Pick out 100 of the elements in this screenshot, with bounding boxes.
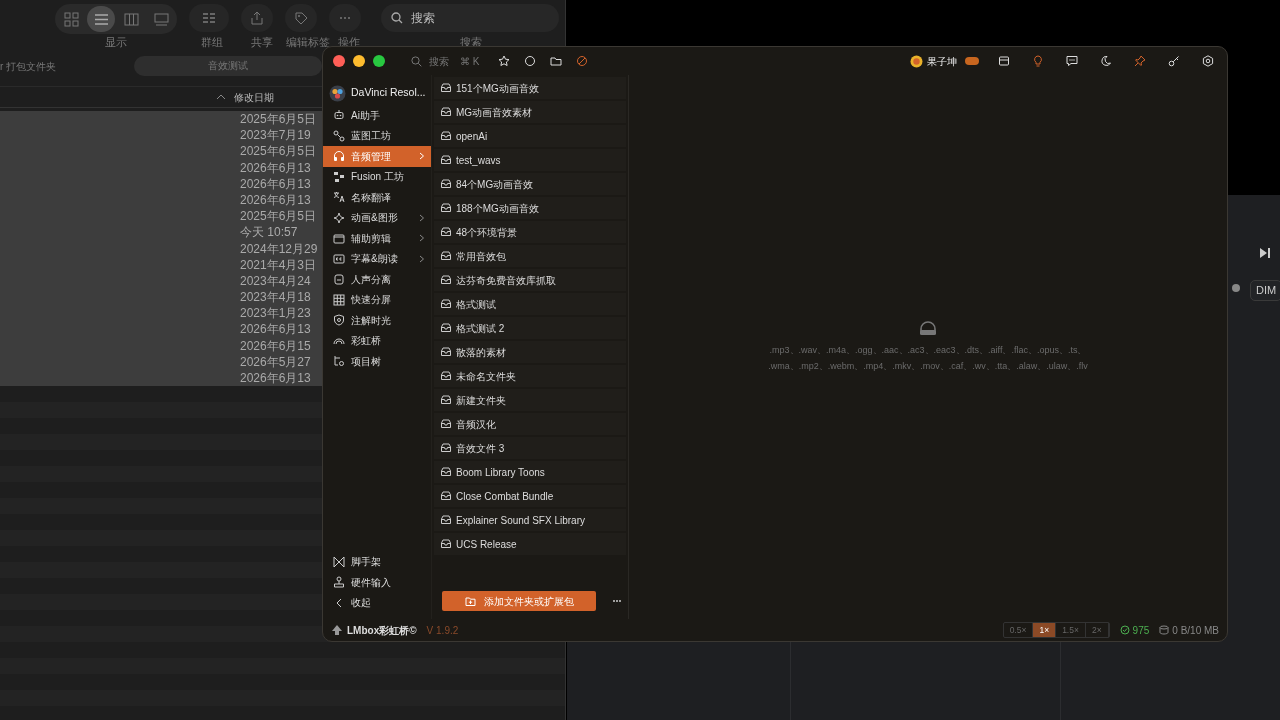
- folder-item[interactable]: 151个MG动画音效: [434, 77, 626, 99]
- robot-icon: [333, 109, 345, 122]
- chat-icon: [1066, 55, 1078, 67]
- tray-icon: [440, 274, 452, 286]
- speed-option[interactable]: 1×: [1033, 622, 1057, 638]
- headphones-icon: [333, 150, 345, 163]
- sidebar-item[interactable]: 音频管理: [323, 146, 431, 167]
- folder-item[interactable]: 达芬奇免费音效库抓取: [434, 269, 626, 291]
- folder-item[interactable]: 新建文件夹: [434, 389, 626, 411]
- project-selector[interactable]: DaVinci Resol...: [323, 81, 431, 105]
- tree-icon: [333, 355, 345, 368]
- storage-label: 0 B/10 MB: [1172, 623, 1219, 638]
- slash-circle-icon: [576, 55, 589, 67]
- close-button[interactable]: [333, 55, 345, 67]
- folder-item[interactable]: Boom Library Toons: [434, 461, 626, 483]
- folder-item[interactable]: 未命名文件夹: [434, 365, 626, 387]
- format-list: .mp3、.wav、.m4a、.ogg、.aac、.ac3、.eac3、.dts、.aiff、.flac、.opus、.ts、: [768, 342, 1088, 358]
- list-view-icon: [93, 11, 109, 27]
- search-field[interactable]: 搜索 ⌘ K: [411, 52, 480, 70]
- tag-icon: [294, 11, 308, 25]
- tray-icon: [440, 250, 452, 262]
- sidebar-item[interactable]: 脚手架: [323, 551, 431, 572]
- gallery-view-icon: [153, 11, 169, 27]
- tray-icon: [440, 370, 452, 382]
- folder-item[interactable]: openAi: [434, 125, 626, 147]
- search-field[interactable]: 搜索: [381, 4, 559, 32]
- folder-item[interactable]: 音效文件 3: [434, 437, 626, 459]
- lightbulb-icon: [1032, 55, 1044, 67]
- tray-icon: [440, 514, 452, 526]
- pin-icon: [1134, 55, 1146, 67]
- tray-icon: [440, 178, 452, 190]
- folder-item[interactable]: MG动画音效素材: [434, 101, 626, 123]
- sparkle-icon: [333, 211, 345, 224]
- toolbar-label: 显示: [105, 35, 127, 50]
- user-name[interactable]: 果子坤: [927, 53, 957, 69]
- sort-up-icon: [216, 94, 226, 100]
- folder-item[interactable]: UCS Release: [434, 533, 626, 555]
- skip-icon: [1259, 247, 1271, 259]
- column-view-icon: [123, 11, 139, 27]
- path-crumb[interactable]: r 打包文件夹: [0, 58, 57, 74]
- more-icon: [612, 599, 623, 603]
- folder-item[interactable]: Close Combat Bundle: [434, 485, 626, 507]
- sidebar-item[interactable]: 项目树: [323, 351, 431, 372]
- tray-icon: [440, 418, 452, 430]
- clapperboard-icon: [333, 232, 345, 245]
- format-list: .wma、.mp2、.webm、.mp4、.mkv、.mov、.caf、.wv、.tta、.alaw、.ulaw、.flv: [768, 358, 1088, 374]
- folder-icon: [550, 55, 563, 67]
- sidebar-item[interactable]: 收起: [323, 592, 431, 613]
- caption-icon: [333, 252, 345, 265]
- zoom-button[interactable]: [373, 55, 385, 67]
- count-label: 975: [1132, 623, 1150, 638]
- search-icon: [411, 55, 422, 67]
- minimize-button[interactable]: [353, 55, 365, 67]
- grid-view-icon: [63, 11, 79, 27]
- tag-button[interactable]: [285, 4, 317, 32]
- folder-item[interactable]: 格式测试 2: [434, 317, 626, 339]
- group-button[interactable]: [189, 4, 229, 32]
- folder-item[interactable]: 84个MG动画音效: [434, 173, 626, 195]
- version-label: V 1.9.2: [426, 623, 459, 638]
- circle-icon: [524, 55, 537, 67]
- tray-icon: [440, 490, 452, 502]
- group-icon: [202, 11, 216, 25]
- folder-plus-icon: [464, 595, 476, 607]
- folder-item[interactable]: 音频汉化: [434, 413, 626, 435]
- search-icon: [391, 12, 403, 24]
- search-input[interactable]: 搜索: [427, 52, 455, 70]
- dim-button[interactable]: DIM: [1250, 280, 1280, 301]
- translate-icon: [333, 191, 345, 204]
- folder-item[interactable]: 188个MG动画音效: [434, 197, 626, 219]
- flow-icon: [333, 170, 345, 183]
- tray-icon: [440, 322, 452, 334]
- dot-icon: [1231, 283, 1241, 293]
- share-icon: [250, 11, 264, 25]
- view-mode-tab[interactable]: [87, 6, 115, 32]
- folder-item[interactable]: 散落的素材: [434, 341, 626, 363]
- sidebar-item[interactable]: 硬件输入: [323, 572, 431, 593]
- settings-icon: [1202, 55, 1214, 67]
- tray-icon: [440, 466, 452, 478]
- folder-item[interactable]: 常用音效包: [434, 245, 626, 267]
- tray-icon: [440, 106, 452, 118]
- scaffold-icon: [333, 555, 345, 568]
- folder-item[interactable]: Explainer Sound SFX Library: [434, 509, 626, 531]
- check-circle-icon: [1119, 625, 1130, 635]
- tray-icon: [440, 538, 452, 550]
- sidebar-item[interactable]: 蓝图工坊: [323, 125, 431, 146]
- search-input[interactable]: 搜索: [409, 8, 539, 28]
- tray-icon: [440, 82, 452, 94]
- tray-icon: [440, 346, 452, 358]
- folder-item[interactable]: 48个环境背景: [434, 221, 626, 243]
- tray-icon: [440, 226, 452, 238]
- folder-item[interactable]: test_wavs: [434, 149, 626, 171]
- folder-item[interactable]: 格式测试: [434, 293, 626, 315]
- tray-icon: [440, 202, 452, 214]
- toolbar-label: 群组: [201, 35, 223, 50]
- toolbar-label: 共享: [251, 35, 273, 50]
- add-folder-button[interactable]: 添加文件夹或扩展包: [442, 591, 597, 611]
- column-header[interactable]: 修改日期: [234, 89, 274, 105]
- tray-icon: [440, 154, 452, 166]
- brand-name: LMbox彩虹桥©: [347, 623, 417, 638]
- shield-icon: [333, 314, 345, 327]
